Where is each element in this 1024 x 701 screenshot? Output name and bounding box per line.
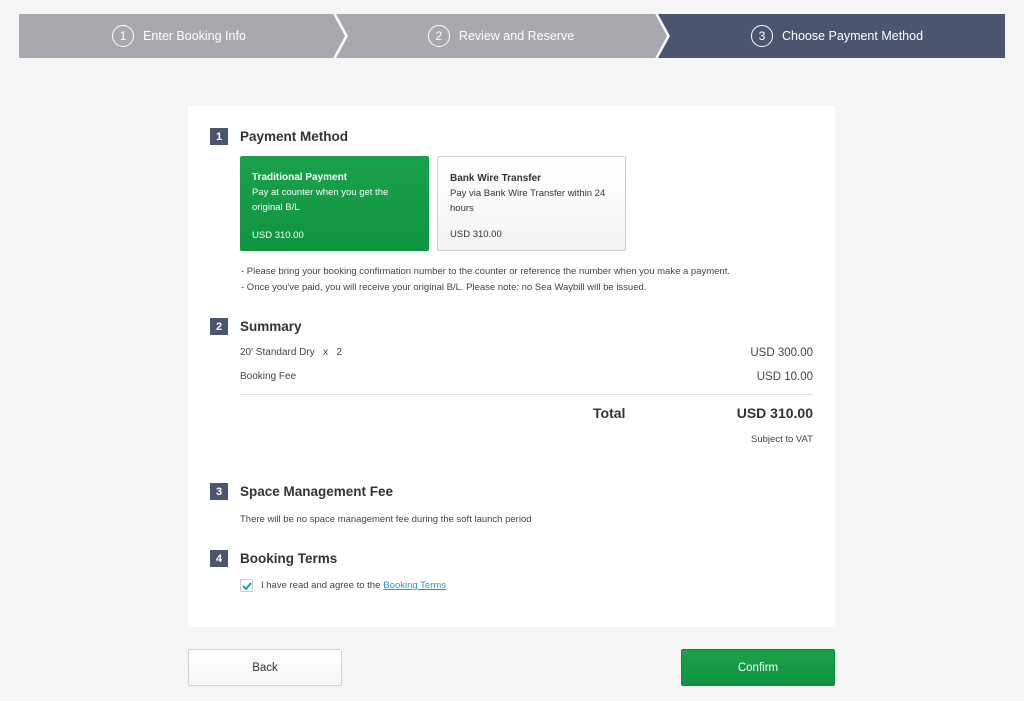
option-price: USD 310.00 <box>252 230 304 241</box>
agree-terms-checkbox[interactable] <box>240 579 253 592</box>
step-number: 2 <box>427 25 450 47</box>
section-title: Payment Method <box>240 129 349 144</box>
summary-item-amount: USD 10.00 <box>756 371 813 383</box>
step-number: 3 <box>750 25 773 47</box>
section-title: Space Management Fee <box>240 484 394 499</box>
section-number-badge: 1 <box>210 128 228 145</box>
summary-item-amount: USD 300.00 <box>750 347 813 359</box>
option-price: USD 310.00 <box>450 229 502 240</box>
step-review-and-reserve: 2 Review and Reserve <box>341 14 661 58</box>
section-space-management-fee-header: 3 Space Management Fee <box>210 483 393 500</box>
total-amount: USD 310.00 <box>736 405 813 421</box>
agree-text: I have read and agree to the <box>261 580 381 591</box>
booking-terms-agreement: I have read and agree to the Booking Ter… <box>240 579 446 592</box>
step-label: Review and Reserve <box>458 29 575 43</box>
progress-stepper: 1 Enter Booking Info 2 Review and Reserv… <box>19 14 1005 58</box>
option-description: Pay via Bank Wire Transfer within 24 hou… <box>450 188 606 214</box>
option-description: Pay at counter when you get the original… <box>252 187 389 213</box>
back-button[interactable]: Back <box>188 649 342 686</box>
space-management-fee-text: There will be no space management fee du… <box>240 514 532 525</box>
summary-row: Booking Fee USD 10.00 <box>240 371 813 383</box>
option-title: Bank Wire Transfer <box>450 173 542 184</box>
step-label: Enter Booking Info <box>143 29 246 43</box>
checkmark-icon <box>241 581 252 590</box>
section-summary-header: 2 Summary <box>210 318 302 335</box>
summary-item-label: Booking Fee <box>240 371 297 382</box>
step-enter-booking-info: 1 Enter Booking Info <box>19 14 339 58</box>
section-number-badge: 2 <box>210 318 228 335</box>
section-title: Booking Terms <box>240 551 338 566</box>
payment-option-bank-wire[interactable]: Bank Wire Transfer Pay via Bank Wire Tra… <box>437 156 626 251</box>
note-line: - Once you've paid, you will receive you… <box>241 282 647 293</box>
vat-note: Subject to VAT <box>751 434 813 445</box>
section-number-badge: 4 <box>210 550 228 567</box>
section-title: Summary <box>240 319 302 334</box>
booking-terms-link[interactable]: Booking Terms <box>383 580 446 591</box>
payment-notes: - Please bring your booking confirmation… <box>241 264 730 296</box>
option-title: Traditional Payment <box>252 172 348 183</box>
total-label: Total <box>593 405 626 421</box>
summary-row: 20' Standard Dry x 2 USD 300.00 <box>240 347 813 359</box>
payment-card: 1 Payment Method Traditional Payment Pay… <box>188 106 835 627</box>
summary-divider <box>240 394 813 395</box>
payment-options: Traditional Payment Pay at counter when … <box>240 156 626 251</box>
note-line: - Please bring your booking confirmation… <box>241 266 730 277</box>
summary-item-label: 20' Standard Dry x 2 <box>240 347 342 358</box>
section-number-badge: 3 <box>210 483 228 500</box>
section-payment-method-header: 1 Payment Method <box>210 128 348 145</box>
confirm-button[interactable]: Confirm <box>681 649 835 686</box>
step-label: Choose Payment Method <box>781 29 924 43</box>
section-booking-terms-header: 4 Booking Terms <box>210 550 337 567</box>
step-choose-payment-method: 3 Choose Payment Method <box>669 14 1005 58</box>
step-number: 1 <box>112 25 135 47</box>
payment-option-traditional[interactable]: Traditional Payment Pay at counter when … <box>240 156 429 251</box>
